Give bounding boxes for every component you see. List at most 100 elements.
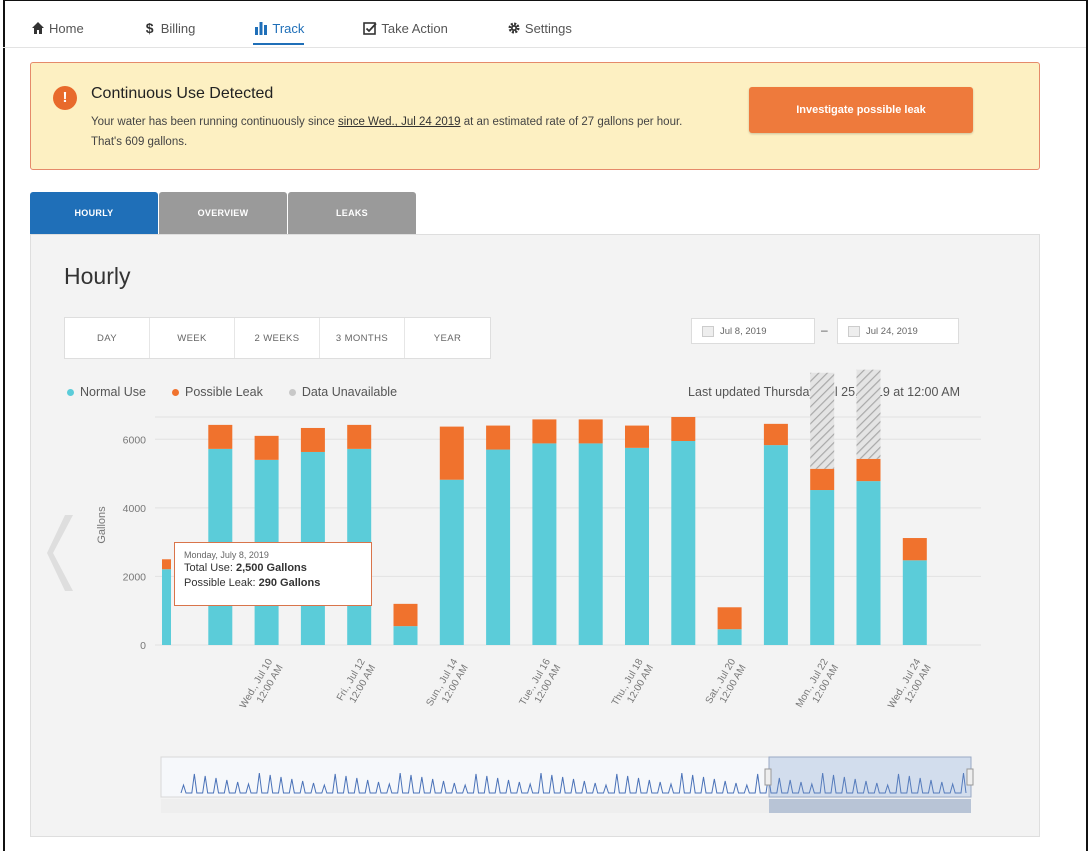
x-tick-label: Sat., Jul 2012:00 AM xyxy=(704,657,749,706)
tooltip-total: Total Use: 2,500 Gallons xyxy=(184,561,362,576)
nav-home[interactable]: Home xyxy=(30,14,84,42)
nav-take-action[interactable]: Take Action xyxy=(362,14,448,42)
bar-jul-19[interactable] xyxy=(671,417,696,645)
bar-jul-15[interactable] xyxy=(486,425,511,645)
bar-possible-leak[interactable] xyxy=(162,559,171,570)
bar-possible-leak[interactable] xyxy=(254,435,279,460)
bar-possible-leak[interactable] xyxy=(439,426,464,480)
nav-settings-label: Settings xyxy=(524,20,572,36)
checkbox-icon xyxy=(362,20,378,36)
bar-possible-leak[interactable] xyxy=(671,417,696,441)
chart-prev-arrow-icon[interactable] xyxy=(45,511,79,595)
bar-possible-leak[interactable] xyxy=(300,427,325,452)
bar-jul-20[interactable] xyxy=(717,607,742,645)
bar-jul-23[interactable] xyxy=(856,369,881,645)
bar-normal-use[interactable] xyxy=(856,481,881,645)
bar-normal-use[interactable] xyxy=(763,445,788,645)
bar-possible-leak[interactable] xyxy=(625,425,649,448)
bar-jul-22[interactable] xyxy=(810,372,835,645)
bar-normal-use[interactable] xyxy=(902,560,927,645)
bar-normal-use[interactable] xyxy=(439,479,464,645)
bar-data-unavailable[interactable] xyxy=(810,372,835,469)
y-tick-label: 4000 xyxy=(123,503,147,515)
bar-normal-use[interactable] xyxy=(717,629,742,645)
alert-title: Continuous Use Detected xyxy=(91,85,274,102)
dollar-icon: $ xyxy=(145,20,154,36)
bar-jul-24[interactable] xyxy=(902,538,927,645)
bar-possible-leak[interactable] xyxy=(393,603,418,627)
bar-jul-8[interactable] xyxy=(162,559,171,645)
navigator-right-handle[interactable] xyxy=(966,768,974,786)
bar-possible-leak[interactable] xyxy=(578,419,603,444)
bar-normal-use[interactable] xyxy=(625,447,649,645)
x-tick-label: Wed., Jul 2412:00 AM xyxy=(886,657,934,711)
tooltip-leak-value: 290 Gallons xyxy=(258,577,321,589)
tab-leaks[interactable]: LEAKS xyxy=(288,192,416,234)
tab-hourly[interactable]: HOURLY xyxy=(30,192,158,234)
bar-jul-13[interactable] xyxy=(393,603,418,645)
bar-jul-18[interactable] xyxy=(625,425,649,645)
bar-jul-17[interactable] xyxy=(578,419,603,645)
bar-jul-10[interactable] xyxy=(254,435,279,645)
bar-normal-use[interactable] xyxy=(393,626,418,645)
alert-exclamation-icon: ! xyxy=(53,86,77,110)
x-tick-label: Fri., Jul 1212:00 AM xyxy=(335,657,378,705)
x-tick-label: Mon., Jul 2212:00 AM xyxy=(794,657,841,710)
alert-body-prefix: Your water has been running continuously… xyxy=(91,116,338,128)
gear-icon xyxy=(506,20,522,36)
bar-possible-leak[interactable] xyxy=(486,425,511,450)
bar-possible-leak[interactable] xyxy=(347,424,372,449)
bar-normal-use[interactable] xyxy=(486,449,511,645)
nav-track-label: Track xyxy=(272,20,305,36)
bar-possible-leak[interactable] xyxy=(208,424,233,449)
bar-jul-11[interactable] xyxy=(300,427,325,645)
y-axis-label: Gallons xyxy=(96,506,108,544)
continuous-use-alert: ! Continuous Use Detected Your water has… xyxy=(30,62,1040,170)
tooltip-total-value: 2,500 Gallons xyxy=(235,562,307,574)
bar-possible-leak[interactable] xyxy=(902,538,927,561)
bar-jul-12[interactable] xyxy=(347,424,372,645)
bar-normal-use[interactable] xyxy=(162,569,171,645)
bar-possible-leak[interactable] xyxy=(717,607,742,630)
nav-track[interactable]: Track xyxy=(253,14,305,45)
investigate-leak-button[interactable]: Investigate possible leak xyxy=(749,87,973,133)
nav-settings[interactable]: Settings xyxy=(506,14,572,42)
home-icon xyxy=(30,20,46,36)
bar-data-unavailable[interactable] xyxy=(856,369,881,459)
bar-normal-use[interactable] xyxy=(810,490,835,645)
x-tick-label: Sun., Jul 1412:00 AM xyxy=(424,657,470,709)
chart-tooltip: Monday, July 8, 2019 Total Use: 2,500 Ga… xyxy=(174,542,372,606)
navigator-selection[interactable] xyxy=(768,756,972,798)
bar-jul-9[interactable] xyxy=(208,424,233,645)
top-nav: Home $ Billing Track Take Action Setting… xyxy=(30,14,630,48)
nav-billing[interactable]: $ Billing xyxy=(142,14,196,42)
view-tabs: HOURLY OVERVIEW LEAKS xyxy=(30,192,417,234)
alert-since-link[interactable]: since Wed., Jul 24 2019 xyxy=(338,116,461,128)
bar-normal-use[interactable] xyxy=(532,443,557,645)
bar-jul-14[interactable] xyxy=(439,426,464,645)
nav-billing-label: Billing xyxy=(160,20,196,36)
x-tick-label: Thu., Jul 1812:00 AM xyxy=(610,657,656,708)
bar-possible-leak[interactable] xyxy=(532,419,557,444)
nav-take-action-label: Take Action xyxy=(381,20,448,36)
tooltip-leak: Possible Leak: 290 Gallons xyxy=(184,576,362,591)
alert-body: Your water has been running continuously… xyxy=(91,112,711,152)
hourly-panel: Hourly DAY WEEK 2 WEEKS 3 MONTHS YEAR Ju… xyxy=(30,234,1040,837)
bar-jul-16[interactable] xyxy=(532,419,557,645)
y-tick-label: 0 xyxy=(140,640,146,652)
tooltip-leak-label: Possible Leak: xyxy=(184,577,259,589)
x-tick-label: Wed., Jul 1012:00 AM xyxy=(238,657,286,711)
bar-normal-use[interactable] xyxy=(671,441,696,645)
bar-possible-leak[interactable] xyxy=(763,423,788,446)
bar-jul-21[interactable] xyxy=(763,423,788,645)
bar-possible-leak[interactable] xyxy=(810,468,835,491)
bar-possible-leak[interactable] xyxy=(856,458,881,482)
bar-normal-use[interactable] xyxy=(578,443,603,645)
navigator-left-handle[interactable] xyxy=(764,768,772,786)
tooltip-total-label: Total Use: xyxy=(184,562,236,574)
nav-divider xyxy=(3,47,1086,48)
bar-chart-icon xyxy=(253,20,269,36)
usage-chart: 0 2000 4000 6000 Gallons Wed., Jul 1012:00 A… xyxy=(96,369,981,813)
tab-overview[interactable]: OVERVIEW xyxy=(159,192,287,234)
navigator-scrollbar-thumb[interactable] xyxy=(769,799,971,813)
